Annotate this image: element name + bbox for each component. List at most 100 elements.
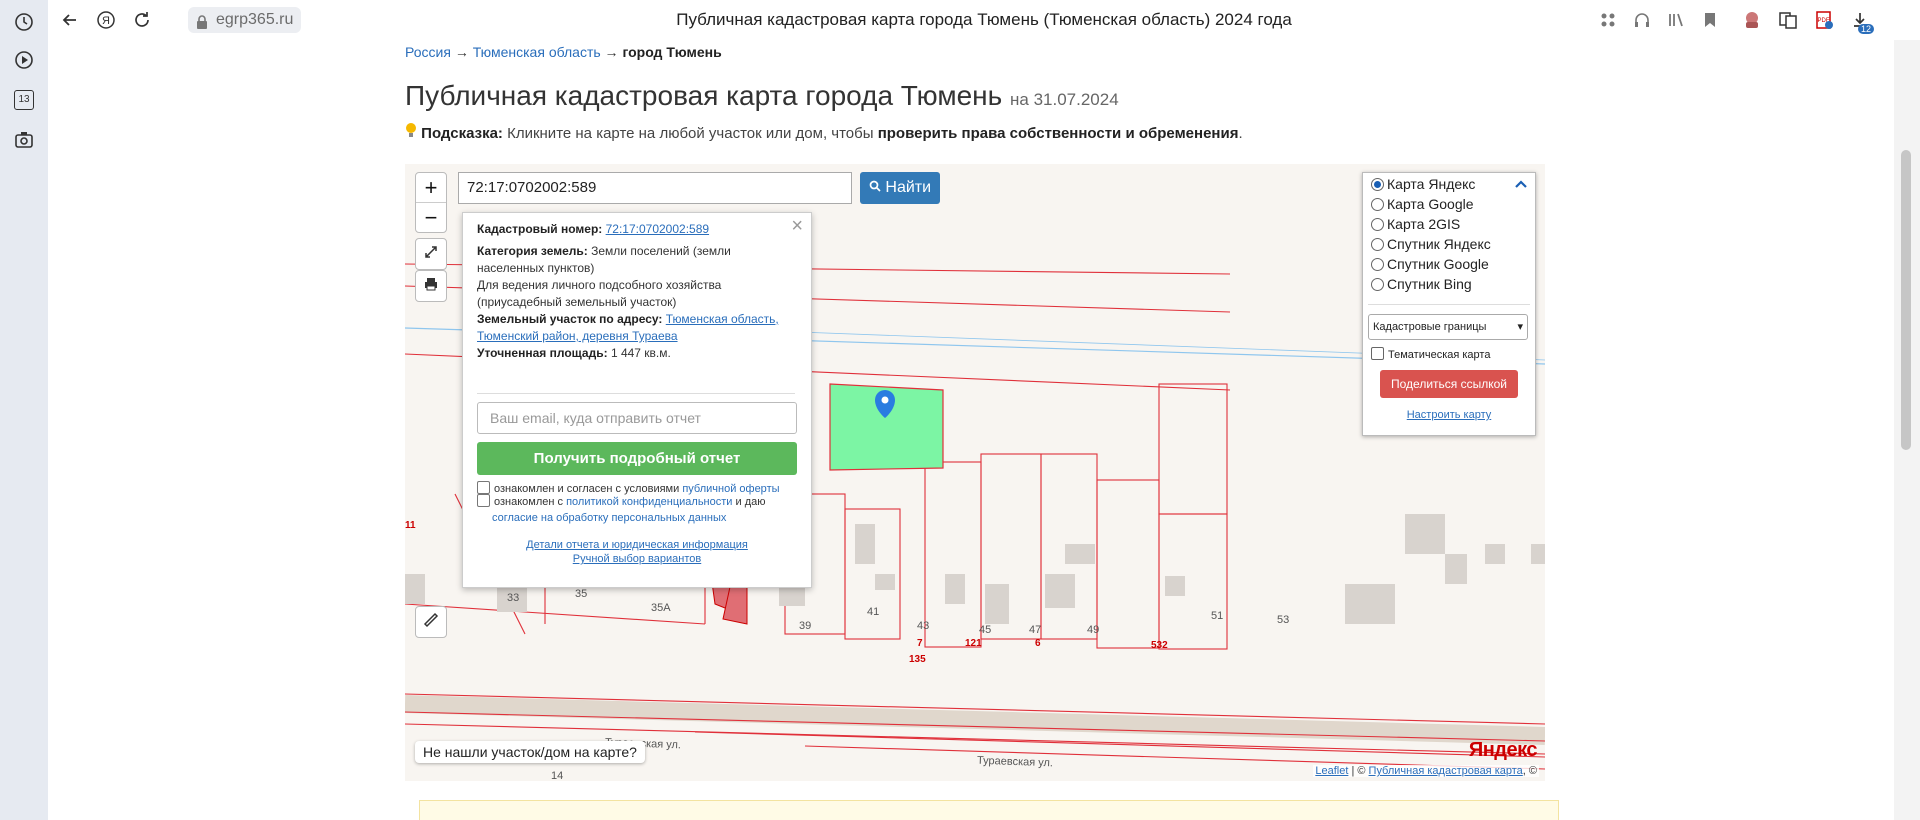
radio[interactable]	[1371, 258, 1384, 271]
lightbulb-icon	[405, 123, 417, 142]
map-attribution: Leaflet | © Публичная кадастровая карта,…	[1313, 765, 1539, 777]
hint-label: Подсказка:	[421, 125, 503, 142]
email-field[interactable]: Ваш email, куда отправить отчет	[477, 402, 797, 434]
cadastral-map[interactable]: 33 35 35А 39 41 43 45 47 49 51 53 7 121 …	[405, 164, 1545, 781]
offer-checkbox[interactable]	[477, 481, 490, 494]
back-arrow-icon[interactable]	[58, 8, 82, 32]
browser-toolbar: Публичная кадастровая карта города Тюмен…	[48, 0, 1920, 40]
house-number-label: 43	[917, 620, 930, 632]
share-link-button[interactable]: Поделиться ссылкой	[1380, 370, 1518, 398]
calendar-icon[interactable]: 13	[12, 88, 36, 112]
pdf-extension-icon[interactable]: PDF	[1812, 8, 1836, 32]
area-value: 1 447 кв.м.	[610, 346, 671, 360]
radio-selected[interactable]	[1371, 178, 1384, 191]
privacy-text: ознакомлен с	[494, 496, 564, 508]
layer-option-label: Спутник Google	[1387, 256, 1489, 272]
leaflet-link[interactable]: Leaflet	[1315, 765, 1348, 777]
details-link[interactable]: Детали отчета и юридическая информация	[526, 539, 748, 551]
privacy-policy-link[interactable]: политикой конфиденциальности	[566, 496, 732, 508]
overlay-select-value: Кадастровые границы	[1373, 321, 1487, 333]
print-button[interactable]	[415, 270, 447, 302]
not-found-button[interactable]: Не нашли участок/дом на карте?	[415, 741, 645, 763]
translate-extension-icon[interactable]	[1776, 8, 1800, 32]
thematic-option[interactable]: Тематическая карта	[1371, 345, 1490, 365]
layer-option[interactable]: Спутник Bing	[1371, 274, 1472, 294]
layer-option[interactable]: Карта Google	[1371, 194, 1474, 214]
manual-select-link[interactable]: Ручной выбор вариантов	[573, 553, 701, 565]
personal-data-link[interactable]: согласие на обработку персональных данны…	[492, 512, 726, 524]
headphones-icon[interactable]	[1630, 8, 1654, 32]
breadcrumb-separator: →	[454, 44, 469, 60]
find-button[interactable]: Найти	[860, 172, 940, 204]
get-report-button[interactable]: Получить подробный отчет	[477, 442, 797, 475]
zoom-in-button[interactable]: +	[416, 173, 446, 202]
address-label: Земельный участок по адресу:	[477, 312, 663, 326]
breadcrumb-region[interactable]: Тюменская область	[473, 44, 601, 60]
apps-icon[interactable]	[1596, 8, 1620, 32]
yandex-logo-icon[interactable]: Я	[94, 8, 118, 32]
page-title-date: на 31.07.2024	[1010, 90, 1119, 109]
layer-option[interactable]: Карта 2GIS	[1371, 214, 1460, 234]
radio[interactable]	[1371, 198, 1384, 211]
house-number-label: 39	[799, 620, 812, 632]
hint-end: .	[1238, 125, 1243, 142]
area-label: Уточненная площадь:	[477, 346, 608, 360]
radio[interactable]	[1371, 238, 1384, 251]
layer-option-label: Карта 2GIS	[1387, 216, 1461, 232]
hint-text: Кликните на карте на любой участок или д…	[507, 125, 874, 142]
pkk-link[interactable]: Публичная кадастровая карта	[1369, 765, 1523, 777]
radio[interactable]	[1371, 278, 1384, 291]
expand-icon	[424, 245, 438, 264]
cadastral-number-link[interactable]: 72:17:0702002:589	[606, 222, 709, 236]
breadcrumb: Россия → Тюменская область → город Тюмен…	[405, 44, 722, 60]
calendar-day-label: 13	[14, 90, 34, 110]
house-number-label: 47	[1029, 624, 1042, 636]
breadcrumb-russia[interactable]: Россия	[405, 44, 451, 60]
camera-icon[interactable]	[12, 128, 36, 152]
reload-icon[interactable]	[130, 8, 154, 32]
cadastral-search-input[interactable]: 72:17:0702002:589	[458, 172, 852, 204]
privacy-consent: ознакомлен с политикой конфиденциальност…	[477, 494, 807, 526]
parcel-number-label: 135	[909, 654, 926, 665]
overlay-select[interactable]: Кадастровые границы ▾	[1368, 314, 1528, 340]
chevron-up-icon[interactable]	[1515, 176, 1527, 192]
collections-icon[interactable]	[1664, 8, 1688, 32]
yandex-logo[interactable]: Яндекс	[1469, 739, 1538, 762]
thematic-checkbox[interactable]	[1371, 347, 1384, 360]
bookmark-icon[interactable]	[1698, 8, 1722, 32]
extension-avatar-icon[interactable]	[1740, 8, 1764, 32]
url-text: egrp365.ru	[216, 11, 294, 28]
ruler-button[interactable]	[415, 606, 447, 638]
hint-bold: проверить права собственности и обремене…	[877, 125, 1239, 142]
layer-option[interactable]: Спутник Google	[1371, 254, 1489, 274]
breadcrumb-separator: →	[604, 44, 619, 60]
land-use-value: Для ведения личного подсобного хозяйства…	[477, 278, 722, 309]
downloads-icon[interactable]: 12	[1848, 8, 1874, 34]
page-scrollbar[interactable]	[1894, 40, 1920, 820]
house-number-label: 35	[575, 588, 588, 600]
zoom-out-button[interactable]: −	[416, 202, 446, 232]
configure-map-link[interactable]: Настроить карту	[1363, 409, 1535, 421]
house-number-label: 14	[551, 770, 564, 781]
printer-icon	[424, 277, 438, 296]
privacy-checkbox[interactable]	[477, 494, 490, 507]
browser-sidebar: 13	[0, 0, 49, 820]
radio[interactable]	[1371, 218, 1384, 231]
house-number-label: 51	[1211, 610, 1224, 622]
downloads-badge: 12	[1857, 24, 1874, 34]
parcel-number-label: 121	[965, 638, 982, 649]
house-number-label: 33	[507, 592, 520, 604]
chevron-down-icon: ▾	[1517, 321, 1523, 333]
layer-option-label: Спутник Bing	[1387, 276, 1472, 292]
address-bar[interactable]: egrp365.ru	[188, 7, 302, 33]
manual-link-row: Ручной выбор вариантов	[463, 553, 811, 565]
fullscreen-button[interactable]	[415, 238, 447, 270]
layer-option[interactable]: Спутник Яндекс	[1371, 234, 1491, 254]
details-link-row: Детали отчета и юридическая информация	[463, 539, 811, 551]
land-category-label: Категория земель:	[477, 244, 588, 258]
attribution-separator: | ©	[1351, 765, 1366, 777]
play-circle-icon[interactable]	[12, 48, 36, 72]
clock-icon[interactable]	[12, 10, 36, 34]
scrollbar-thumb[interactable]	[1901, 150, 1911, 450]
layer-option[interactable]: Карта Яндекс	[1371, 174, 1475, 194]
